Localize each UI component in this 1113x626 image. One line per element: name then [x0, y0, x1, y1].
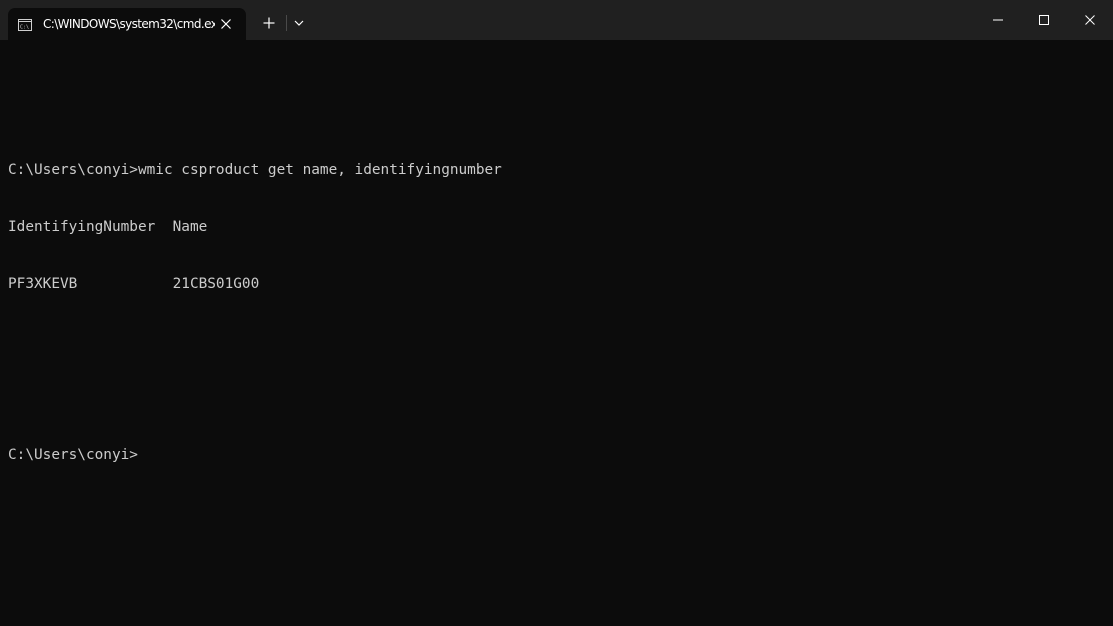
minimize-icon	[993, 19, 1003, 21]
tab-dropdown-button[interactable]	[290, 12, 308, 34]
command-line: C:\Users\conyi>wmic csproduct get name, …	[8, 162, 502, 178]
output-value-line: PF3XKEVB 21CBS01G00	[8, 276, 260, 292]
title-bar[interactable]: C:\ C:\WINDOWS\system32\cmd.exe	[0, 0, 1113, 40]
maximize-icon	[1039, 15, 1049, 25]
chevron-down-icon	[294, 20, 304, 26]
tab-divider	[286, 15, 287, 31]
output-header-line: IdentifyingNumber Name	[8, 219, 208, 235]
plus-icon	[263, 17, 275, 29]
close-icon	[1085, 15, 1095, 25]
tab-cmd[interactable]: C:\ C:\WINDOWS\system32\cmd.exe	[8, 8, 246, 40]
minimize-button[interactable]	[975, 0, 1021, 40]
close-icon	[221, 19, 231, 29]
cmd-icon: C:\	[18, 18, 32, 31]
svg-text:C:\: C:\	[20, 25, 29, 31]
close-window-button[interactable]	[1067, 0, 1113, 40]
tab-title: C:\WINDOWS\system32\cmd.exe	[43, 17, 215, 31]
terminal-window: C:\ C:\WINDOWS\system32\cmd.exe C:\Users…	[0, 0, 1113, 626]
maximize-button[interactable]	[1021, 0, 1067, 40]
tab-close-button[interactable]	[216, 14, 236, 34]
new-tab-button[interactable]	[258, 12, 280, 34]
prompt-line[interactable]: C:\Users\conyi>	[8, 446, 1108, 465]
terminal-output[interactable]: C:\Users\conyi>wmic csproduct get name, …	[8, 66, 1108, 616]
